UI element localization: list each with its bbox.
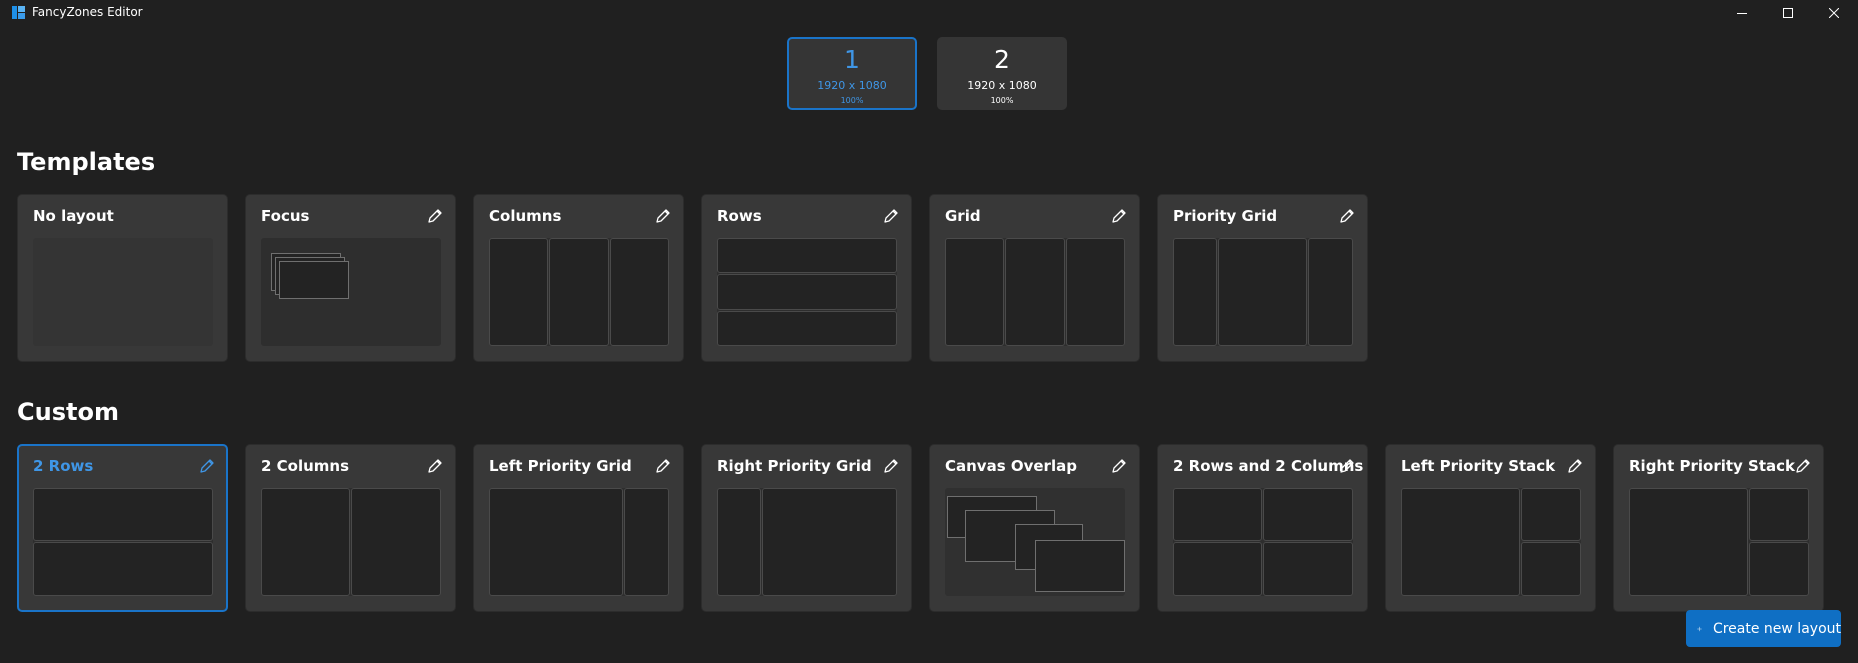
custom-card-canvas-overlap[interactable]: Canvas Overlap xyxy=(929,444,1140,612)
layout-preview xyxy=(717,488,897,596)
custom-card-left-priority-grid[interactable]: Left Priority Grid xyxy=(473,444,684,612)
card-label: Right Priority Stack xyxy=(1629,457,1796,475)
card-label: No layout xyxy=(33,207,114,225)
card-label: Grid xyxy=(945,207,981,225)
edit-pencil-icon[interactable] xyxy=(654,457,672,475)
template-card-rows[interactable]: Rows xyxy=(701,194,912,362)
layout-preview xyxy=(1401,488,1581,596)
maximize-button[interactable] xyxy=(1765,0,1811,26)
custom-card-2-rows-and-2-columns[interactable]: 2 Rows and 2 Columns xyxy=(1157,444,1368,612)
card-label: 2 Columns xyxy=(261,457,350,475)
layout-preview xyxy=(945,238,1125,346)
layout-preview xyxy=(1629,488,1809,596)
template-card-no-layout[interactable]: No layout xyxy=(17,194,228,362)
card-label: 2 Rows xyxy=(33,457,94,475)
minimize-icon xyxy=(1737,13,1747,14)
template-card-grid[interactable]: Grid xyxy=(929,194,1140,362)
edit-pencil-icon[interactable] xyxy=(882,457,900,475)
layout-preview xyxy=(1173,238,1353,346)
card-label: 2 Rows and 2 Columns xyxy=(1173,457,1364,475)
card-label: Right Priority Grid xyxy=(717,457,872,475)
create-new-layout-button[interactable]: Create new layout xyxy=(1686,610,1841,647)
layout-preview xyxy=(261,488,441,596)
monitor-resolution: 1920 x 1080 xyxy=(817,79,887,92)
close-icon xyxy=(1829,8,1839,18)
card-label: Focus xyxy=(261,207,310,225)
layout-preview xyxy=(33,488,213,596)
edit-pencil-icon[interactable] xyxy=(1338,457,1356,475)
minimize-button[interactable] xyxy=(1719,0,1765,26)
window-title: FancyZones Editor xyxy=(32,5,143,19)
card-label: Priority Grid xyxy=(1173,207,1278,225)
card-label: Rows xyxy=(717,207,762,225)
layout-preview xyxy=(945,488,1125,596)
edit-pencil-icon[interactable] xyxy=(198,457,216,475)
close-button[interactable] xyxy=(1811,0,1857,26)
custom-heading: Custom xyxy=(17,398,119,426)
edit-pencil-icon[interactable] xyxy=(1338,207,1356,225)
monitor-number: 2 xyxy=(994,45,1010,74)
custom-card-right-priority-stack[interactable]: Right Priority Stack xyxy=(1613,444,1824,612)
custom-card-left-priority-stack[interactable]: Left Priority Stack xyxy=(1385,444,1596,612)
monitor-resolution: 1920 x 1080 xyxy=(967,79,1037,92)
monitor-scale: 100% xyxy=(840,96,864,105)
layout-preview xyxy=(261,238,441,346)
edit-pencil-icon[interactable] xyxy=(426,457,444,475)
card-label: Columns xyxy=(489,207,562,225)
edit-pencil-icon[interactable] xyxy=(1794,457,1812,475)
edit-pencil-icon[interactable] xyxy=(1110,457,1128,475)
custom-card-2-rows[interactable]: 2 Rows xyxy=(17,444,228,612)
card-label: Left Priority Stack xyxy=(1401,457,1556,475)
custom-card-right-priority-grid[interactable]: Right Priority Grid xyxy=(701,444,912,612)
maximize-icon xyxy=(1783,8,1793,18)
edit-pencil-icon[interactable] xyxy=(654,207,672,225)
monitor-1[interactable]: 1 1920 x 1080 100% xyxy=(787,37,917,110)
template-card-priority-grid[interactable]: Priority Grid xyxy=(1157,194,1368,362)
layout-preview xyxy=(33,238,213,346)
plus-icon xyxy=(1697,626,1702,631)
template-card-columns[interactable]: Columns xyxy=(473,194,684,362)
edit-pencil-icon[interactable] xyxy=(882,207,900,225)
fancyzones-logo-icon xyxy=(12,6,25,19)
layout-preview xyxy=(717,238,897,346)
card-label: Left Priority Grid xyxy=(489,457,632,475)
edit-pencil-icon[interactable] xyxy=(1110,207,1128,225)
template-card-focus[interactable]: Focus xyxy=(245,194,456,362)
monitor-number: 1 xyxy=(844,45,860,74)
title-bar: FancyZones Editor xyxy=(0,0,1858,26)
layout-preview xyxy=(489,238,669,346)
templates-heading: Templates xyxy=(17,148,156,176)
monitor-scale: 100% xyxy=(990,96,1014,105)
edit-pencil-icon[interactable] xyxy=(1566,457,1584,475)
create-new-layout-label: Create new layout xyxy=(1712,620,1841,637)
layout-preview xyxy=(1173,488,1353,596)
custom-card-2-columns[interactable]: 2 Columns xyxy=(245,444,456,612)
edit-pencil-icon[interactable] xyxy=(426,207,444,225)
monitor-2[interactable]: 2 1920 x 1080 100% xyxy=(937,37,1067,110)
card-label: Canvas Overlap xyxy=(945,457,1077,475)
layout-preview xyxy=(489,488,669,596)
